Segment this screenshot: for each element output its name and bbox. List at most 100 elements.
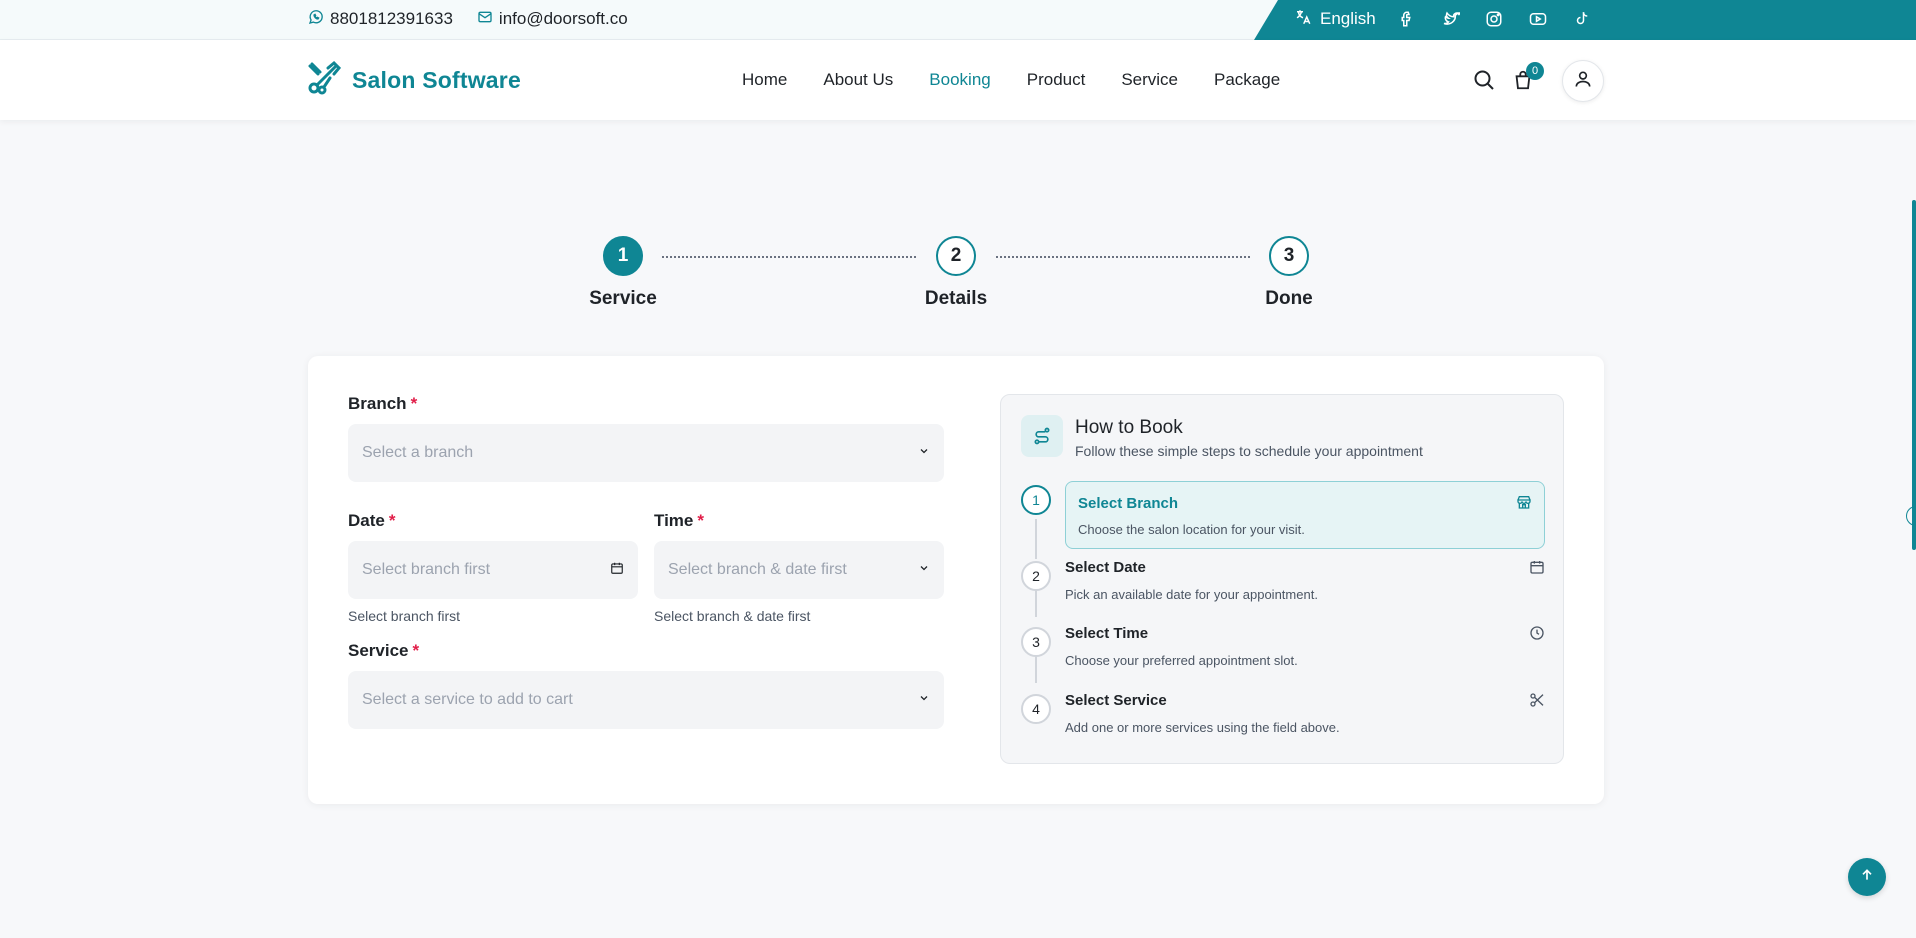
- user-icon: [1573, 69, 1593, 94]
- cart-count-badge: 0: [1526, 62, 1544, 80]
- how-step-number: 3: [1021, 627, 1051, 657]
- instagram-icon[interactable]: [1482, 7, 1506, 31]
- nav-home[interactable]: Home: [742, 70, 787, 90]
- side-drawer-handle[interactable]: [1906, 506, 1916, 526]
- date-label: Date *: [348, 511, 395, 531]
- whatsapp-icon: [308, 9, 324, 30]
- social-links: [1394, 7, 1594, 31]
- step-done: 3 Done: [1229, 232, 1349, 310]
- step-label: Service: [589, 288, 657, 309]
- nav-booking[interactable]: Booking: [929, 70, 990, 90]
- main-nav: Home About Us Booking Product Service Pa…: [742, 40, 1280, 120]
- how-step-box: Select Date Pick an available date for y…: [1065, 557, 1545, 625]
- twitter-icon[interactable]: [1438, 7, 1462, 31]
- brand-name: Salon Software: [352, 67, 521, 93]
- time-helper: Select branch & date first: [654, 608, 811, 624]
- service-label: Service *: [348, 641, 419, 661]
- nav-about-us[interactable]: About Us: [823, 70, 893, 90]
- brand-logo[interactable]: Salon Software: [306, 60, 521, 101]
- how-step-description: Choose the salon location for your visit…: [1078, 522, 1305, 537]
- main-header: Salon Software Home About Us Booking Pro…: [0, 40, 1916, 120]
- date-input[interactable]: Select branch first: [348, 541, 638, 599]
- step-number: 1: [603, 236, 643, 276]
- branch-select[interactable]: Select a branch: [348, 424, 944, 482]
- service-placeholder: Select a service to add to cart: [362, 691, 573, 708]
- branch-placeholder: Select a branch: [362, 444, 474, 461]
- scroll-to-top-button[interactable]: [1848, 858, 1886, 896]
- time-label: Time *: [654, 511, 704, 531]
- user-account-button[interactable]: [1562, 60, 1604, 102]
- chevron-down-icon: [918, 444, 930, 462]
- chevron-down-icon: [918, 561, 930, 579]
- how-step-title: Select Time: [1065, 625, 1149, 642]
- branch-label-text: Branch: [348, 394, 407, 413]
- arrow-up-icon: [1859, 867, 1875, 888]
- page-scrollbar[interactable]: [1912, 200, 1916, 550]
- store-icon: [1516, 494, 1532, 515]
- step-details: 2 Details: [896, 232, 1016, 310]
- mail-icon: [477, 9, 493, 30]
- how-step-box: Select Service Add one or more services …: [1065, 690, 1545, 758]
- nav-service[interactable]: Service: [1121, 70, 1178, 90]
- step-connector-line: [1035, 519, 1037, 559]
- stepper-connector: [996, 256, 1250, 258]
- how-to-book-subtitle: Follow these simple steps to schedule yo…: [1075, 443, 1423, 459]
- branch-label: Branch *: [348, 394, 417, 414]
- how-step-title: Select Date: [1065, 559, 1146, 576]
- how-step-box: Select Time Choose your preferred appoin…: [1065, 623, 1545, 691]
- youtube-icon[interactable]: [1526, 7, 1550, 31]
- tiktok-icon[interactable]: [1570, 7, 1594, 31]
- required-mark: *: [697, 511, 704, 530]
- language-label: English: [1320, 9, 1376, 28]
- service-label-text: Service: [348, 641, 409, 660]
- step-service: 1 Service: [563, 232, 683, 310]
- date-placeholder: Select branch first: [362, 561, 491, 578]
- how-step-number: 4: [1021, 694, 1051, 724]
- translate-icon: [1294, 8, 1312, 31]
- how-step-description: Pick an available date for your appointm…: [1065, 587, 1318, 602]
- booking-card: Branch * Select a branch Date * Select bra…: [308, 356, 1604, 804]
- time-placeholder: Select branch & date first: [668, 561, 847, 578]
- contact-info: 8801812391633 info@doorsoft.co: [308, 0, 628, 38]
- facebook-icon[interactable]: [1394, 7, 1418, 31]
- how-to-book-panel: How to Book Follow these simple steps to…: [1000, 394, 1564, 764]
- required-mark: *: [410, 394, 418, 413]
- phone-contact[interactable]: 8801812391633: [308, 9, 453, 30]
- step-label: Details: [924, 288, 988, 309]
- calendar-icon: [610, 561, 624, 580]
- time-select[interactable]: Select branch & date first: [654, 541, 944, 599]
- how-step-number: 2: [1021, 561, 1051, 591]
- email-address: info@doorsoft.co: [498, 9, 628, 28]
- step-connector-line: [1035, 653, 1037, 683]
- phone-number: 8801812391633: [330, 9, 453, 28]
- nav-package[interactable]: Package: [1214, 70, 1280, 90]
- nav-product[interactable]: Product: [1027, 70, 1086, 90]
- how-step-title: Select Branch: [1078, 495, 1179, 512]
- how-to-book-title: How to Book: [1075, 417, 1183, 438]
- scissors-icon: [1529, 692, 1545, 713]
- step-number: 2: [936, 236, 976, 276]
- how-step-title: Select Service: [1065, 692, 1167, 709]
- salon-logo-icon: [306, 60, 342, 101]
- service-select[interactable]: Select a service to add to cart: [348, 671, 944, 729]
- calendar-icon: [1529, 559, 1545, 580]
- language-selector[interactable]: English: [1294, 8, 1376, 31]
- step-label: Done: [1265, 288, 1313, 309]
- required-mark: *: [388, 511, 396, 530]
- chevron-down-icon: [918, 691, 930, 709]
- stepper-connector: [662, 256, 916, 258]
- how-step-number: 1: [1021, 485, 1051, 515]
- time-label-text: Time: [654, 511, 694, 530]
- booking-stepper: 1 Service 2 Details 3 Done: [0, 232, 1916, 312]
- search-icon[interactable]: [1472, 68, 1496, 97]
- email-contact[interactable]: info@doorsoft.co: [477, 9, 628, 30]
- how-step-description: Choose your preferred appointment slot.: [1065, 653, 1298, 668]
- clock-icon: [1529, 625, 1545, 646]
- step-connector-line: [1035, 587, 1037, 617]
- date-helper: Select branch first: [348, 608, 461, 624]
- top-bar: 8801812391633 info@doorsoft.co English: [0, 0, 1916, 40]
- date-label-text: Date: [348, 511, 385, 530]
- how-step-description: Add one or more services using the field…: [1065, 720, 1340, 735]
- step-number: 3: [1269, 236, 1309, 276]
- route-icon: [1021, 415, 1063, 457]
